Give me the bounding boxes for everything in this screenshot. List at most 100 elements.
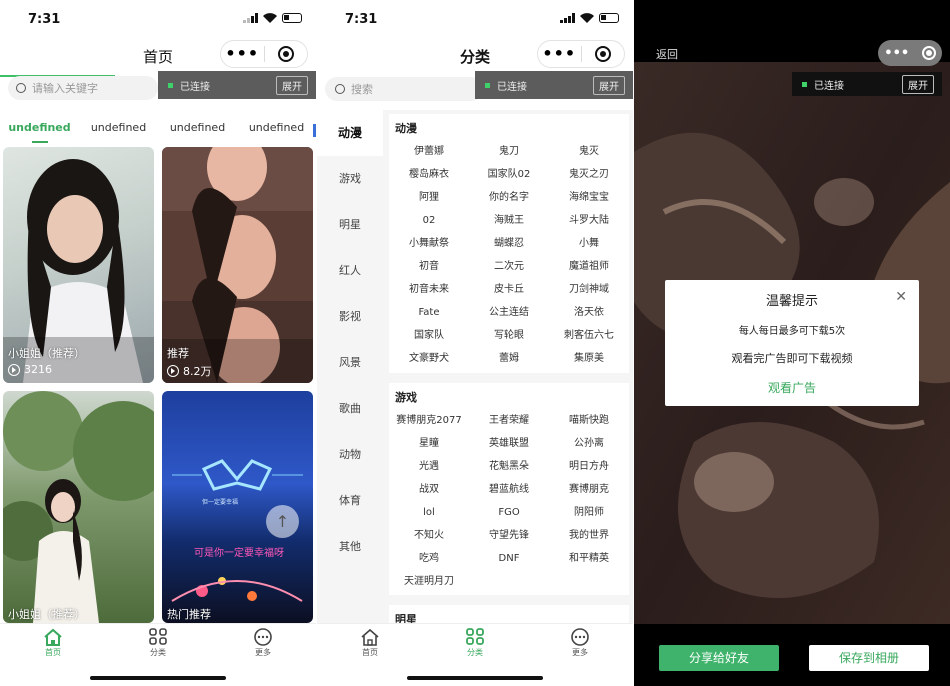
- back-button[interactable]: 返回: [656, 46, 678, 62]
- tag-item[interactable]: 海贼王: [469, 209, 549, 232]
- tag-item[interactable]: 文豪野犬: [389, 347, 469, 370]
- tag-item[interactable]: 二次元: [469, 255, 549, 278]
- tag-item[interactable]: 星瞳: [389, 432, 469, 455]
- video-card[interactable]: 小姐姐（推荐）: [3, 391, 154, 623]
- category-section: 动漫 伊蕾娜 鬼刀 鬼灭 樱岛麻衣 国家队02 鬼灭之刃 阿狸 你的名字 海绵宝宝 02 海贼王 斗罗…: [389, 114, 629, 373]
- tag-item[interactable]: 斗罗大陆: [549, 209, 629, 232]
- tag-item[interactable]: 守望先锋: [469, 524, 549, 547]
- back-to-top-button[interactable]: ↑: [266, 505, 299, 538]
- expand-button[interactable]: 展开: [276, 75, 308, 95]
- more-icon[interactable]: •••: [538, 46, 581, 62]
- tag-item[interactable]: 樱岛麻衣: [389, 163, 469, 186]
- tag-item[interactable]: 阿狸: [389, 186, 469, 209]
- tag-item[interactable]: 阴阳师: [549, 501, 629, 524]
- view-count: 3216: [8, 363, 52, 376]
- sidebar-item[interactable]: 动漫: [317, 110, 383, 156]
- save-to-album-button[interactable]: 保存到相册: [809, 645, 929, 671]
- tab-home[interactable]: 首页: [28, 628, 78, 658]
- sidebar-item[interactable]: 动物: [317, 432, 383, 478]
- tag-item[interactable]: 和平精英: [549, 547, 629, 570]
- video-card[interactable]: 小姐姐（推荐） 3216: [3, 147, 154, 383]
- tag-item[interactable]: 不知火: [389, 524, 469, 547]
- share-button[interactable]: 分享给好友: [659, 645, 779, 671]
- search-placeholder: 搜索: [351, 83, 373, 96]
- tag-item[interactable]: 光遇: [389, 455, 469, 478]
- tag-item[interactable]: 皮卡丘: [469, 278, 549, 301]
- card-caption: 小姐姐（推荐）: [8, 347, 85, 360]
- tag-item[interactable]: 02: [389, 209, 469, 232]
- tag-item[interactable]: 洛天依: [549, 301, 629, 324]
- mini-program-capsule[interactable]: •••: [878, 40, 942, 66]
- tag-item[interactable]: 王者荣耀: [469, 409, 549, 432]
- mini-program-capsule[interactable]: •••: [537, 40, 625, 68]
- tag-item[interactable]: 明日方舟: [549, 455, 629, 478]
- tag-item[interactable]: 喵斯快跑: [549, 409, 629, 432]
- tag-item[interactable]: 伊蕾娜: [389, 140, 469, 163]
- tag-item[interactable]: 碧蓝航线: [469, 478, 549, 501]
- more-icon[interactable]: •••: [884, 46, 909, 61]
- tab-home[interactable]: 首页: [345, 628, 395, 658]
- close-icon[interactable]: ✕: [895, 289, 907, 305]
- video-card[interactable]: 推荐 8.2万: [162, 147, 313, 383]
- tab-more[interactable]: 更多: [555, 628, 605, 658]
- watch-ad-button[interactable]: 观看广告: [665, 379, 919, 396]
- tab-more[interactable]: 更多: [238, 628, 288, 658]
- tag-item[interactable]: FGO: [469, 501, 549, 524]
- tag-item[interactable]: 天涯明月刀: [389, 570, 469, 593]
- tab-category[interactable]: 分类: [450, 628, 500, 658]
- tab-4[interactable]: undefined: [237, 121, 316, 143]
- tag-item[interactable]: Fate: [389, 301, 469, 324]
- sidebar-item[interactable]: 歌曲: [317, 386, 383, 432]
- tag-item[interactable]: 吃鸡: [389, 547, 469, 570]
- sidebar-item[interactable]: 影视: [317, 294, 383, 340]
- sidebar-item[interactable]: 体育: [317, 478, 383, 524]
- tag-item[interactable]: 刺客伍六七: [549, 324, 629, 347]
- tag-item[interactable]: 公主连结: [469, 301, 549, 324]
- tag-item[interactable]: 鬼灭之刃: [549, 163, 629, 186]
- tag-item[interactable]: 花魁黑朵: [469, 455, 549, 478]
- tag-item[interactable]: 魔道祖师: [549, 255, 629, 278]
- tag-item[interactable]: 鬼刀: [469, 140, 549, 163]
- tag-item[interactable]: 初音: [389, 255, 469, 278]
- sidebar-item[interactable]: 风景: [317, 340, 383, 386]
- tab-3[interactable]: undefined: [158, 121, 237, 143]
- search-input[interactable]: 请输入关键字: [8, 76, 158, 100]
- tag-item[interactable]: 集原美: [549, 347, 629, 370]
- tag-item[interactable]: DNF: [469, 547, 549, 570]
- tab-category[interactable]: 分类: [133, 628, 183, 658]
- close-miniprogram-icon[interactable]: [921, 46, 936, 60]
- tag-item[interactable]: 国家队: [389, 324, 469, 347]
- tag-item[interactable]: 鬼灭: [549, 140, 629, 163]
- tag-item[interactable]: 你的名字: [469, 186, 549, 209]
- close-miniprogram-icon[interactable]: [265, 46, 308, 62]
- sidebar-item[interactable]: 其他: [317, 524, 383, 570]
- tag-item[interactable]: lol: [389, 501, 469, 524]
- tag-item[interactable]: 刀剑神域: [549, 278, 629, 301]
- tag-item[interactable]: 赛博朋克2077: [389, 409, 469, 432]
- tab-1[interactable]: undefined: [0, 121, 79, 143]
- tag-item[interactable]: 小舞: [549, 232, 629, 255]
- tag-item[interactable]: 海绵宝宝: [549, 186, 629, 209]
- tag-item[interactable]: 写轮眼: [469, 324, 549, 347]
- tab-2[interactable]: undefined: [79, 121, 158, 143]
- tag-item[interactable]: 初音未来: [389, 278, 469, 301]
- tag-item[interactable]: 战双: [389, 478, 469, 501]
- tag-item[interactable]: 小舞献祭: [389, 232, 469, 255]
- home-indicator: [90, 676, 226, 680]
- sidebar-item[interactable]: 游戏: [317, 156, 383, 202]
- more-icon[interactable]: •••: [221, 46, 264, 62]
- tag-item[interactable]: 公孙离: [549, 432, 629, 455]
- sidebar-item[interactable]: 红人: [317, 248, 383, 294]
- tag-item[interactable]: 蝴蝶忍: [469, 232, 549, 255]
- tag-item[interactable]: 我的世界: [549, 524, 629, 547]
- tag-item[interactable]: 蕾姆: [469, 347, 549, 370]
- tag-item[interactable]: 英雄联盟: [469, 432, 549, 455]
- sidebar-item[interactable]: 明星: [317, 202, 383, 248]
- tag-item[interactable]: 赛博朋克: [549, 478, 629, 501]
- search-input[interactable]: 搜索: [325, 77, 483, 101]
- tag-item[interactable]: 国家队02: [469, 163, 549, 186]
- close-miniprogram-icon[interactable]: [582, 46, 625, 62]
- mini-program-capsule[interactable]: •••: [220, 40, 308, 68]
- expand-button[interactable]: 展开: [593, 75, 625, 95]
- expand-button[interactable]: 展开: [902, 74, 934, 94]
